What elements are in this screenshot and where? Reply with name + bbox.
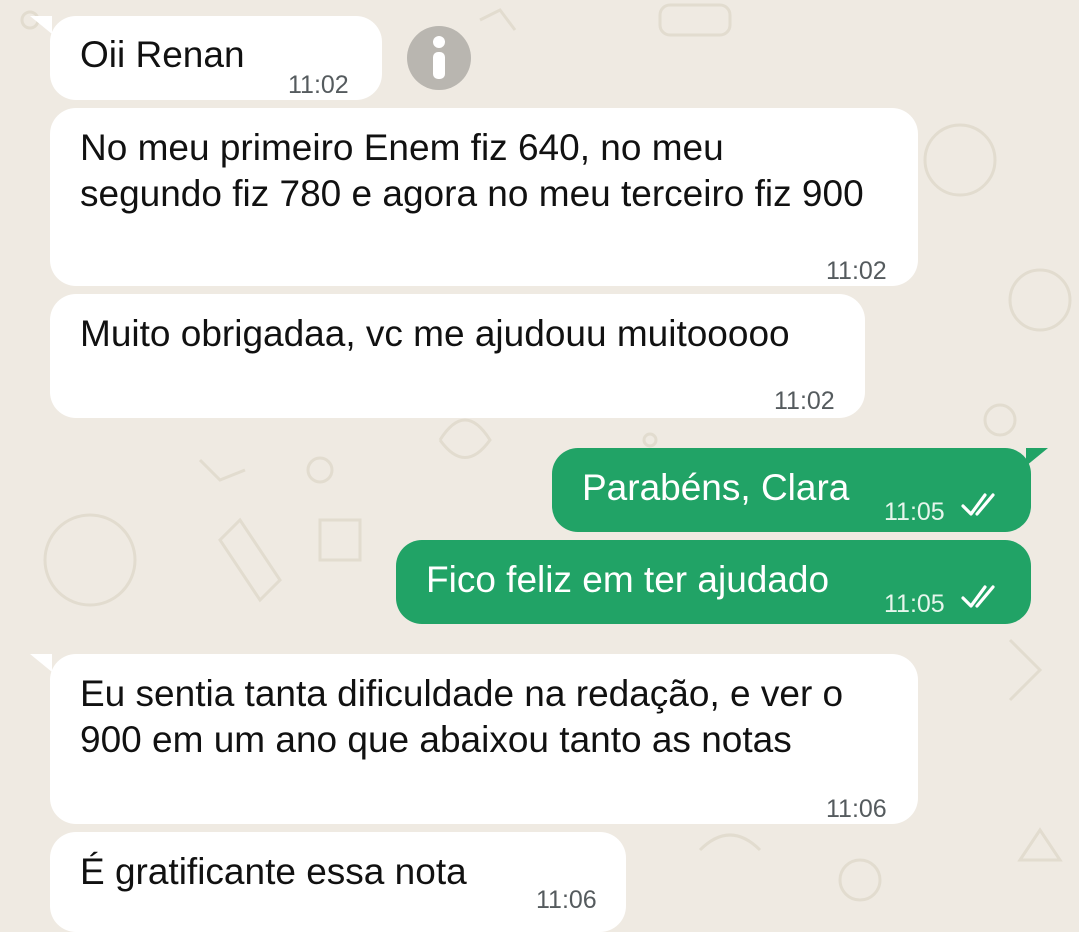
bubble-tail xyxy=(1026,448,1048,466)
message-time: 11:05 xyxy=(884,590,945,618)
message-text: É gratificante essa nota xyxy=(80,851,467,892)
message-text: Eu sentia tanta dificuldade na redação, … xyxy=(80,673,844,760)
info-icon xyxy=(433,36,445,79)
message-text: Oii Renan xyxy=(80,34,245,75)
message-time: 11:06 xyxy=(826,795,887,823)
message-time: 11:02 xyxy=(826,257,887,285)
bubble-tail xyxy=(30,654,52,672)
message-time: 11:05 xyxy=(884,498,945,526)
bubble-tail xyxy=(30,16,52,34)
incoming-message[interactable]: No meu primeiro Enem fiz 640, no meu seg… xyxy=(50,108,918,286)
incoming-message[interactable]: Eu sentia tanta dificuldade na redação, … xyxy=(50,654,918,824)
incoming-message[interactable]: Oii Renan 11:02 xyxy=(50,16,382,100)
double-check-icon xyxy=(961,493,995,516)
message-time: 11:06 xyxy=(536,886,597,914)
message-text: Muito obrigadaa, vc me ajudouu muitooooo xyxy=(80,313,790,354)
message-time: 11:02 xyxy=(774,387,835,415)
info-button[interactable] xyxy=(407,26,471,90)
double-check-icon xyxy=(961,585,995,608)
outgoing-message[interactable]: Parabéns, Clara 11:05 xyxy=(552,448,1031,532)
message-text: Parabéns, Clara xyxy=(582,467,850,508)
message-text: Fico feliz em ter ajudado xyxy=(426,559,830,600)
message-time: 11:02 xyxy=(288,71,349,99)
incoming-message[interactable]: É gratificante essa nota 11:06 xyxy=(50,832,626,932)
outgoing-message[interactable]: Fico feliz em ter ajudado 11:05 xyxy=(396,540,1031,624)
incoming-message[interactable]: Muito obrigadaa, vc me ajudouu muitooooo… xyxy=(50,294,865,418)
message-text: No meu primeiro Enem fiz 640, no meu seg… xyxy=(80,127,864,214)
